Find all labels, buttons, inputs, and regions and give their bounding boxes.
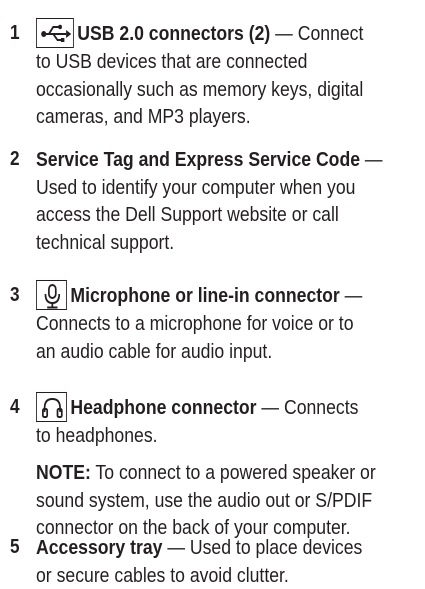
item-number: 3 <box>10 284 20 306</box>
item-number: 5 <box>10 536 20 558</box>
item-desc-line: Used to place devices <box>189 536 363 559</box>
item-text: Microphone or line-in connector — Connec… <box>36 280 425 365</box>
item-dash: — <box>162 536 190 559</box>
item-title: Microphone or line-in connector <box>70 284 340 307</box>
item-desc-line: or secure cables to avoid clutter. <box>36 563 289 587</box>
item-desc-line: Used to identify your computer when you <box>36 175 356 199</box>
note-label: NOTE: <box>36 461 91 484</box>
item-desc-line: occasionally such as memory keys, digita… <box>36 77 364 101</box>
item-text: Accessory tray — Used to place devices o… <box>36 534 425 589</box>
item-number: 1 <box>10 22 20 44</box>
item-number: 2 <box>10 148 20 170</box>
item-desc-line: technical support. <box>36 230 175 254</box>
item-dash: — <box>339 284 363 307</box>
item-dash: — <box>360 148 383 171</box>
item-desc-line: to USB devices that are connected <box>36 50 308 73</box>
item-title: Accessory tray <box>36 536 163 559</box>
item-title: USB 2.0 connectors (2) <box>77 22 271 45</box>
item-desc-line: Connects <box>283 396 359 419</box>
item-text: Service Tag and Express Service Code — U… <box>36 146 425 256</box>
headphone-icon <box>36 392 67 422</box>
item-text: USB 2.0 connectors (2) — Connect to USB … <box>36 18 425 131</box>
item-desc-line: cameras, and MP3 players. <box>36 105 251 129</box>
item-desc-line: access the Dell Support website or call <box>36 203 339 227</box>
note-line: To connect to a powered speaker or <box>90 461 376 484</box>
item-number: 4 <box>10 396 20 418</box>
item-dash: — <box>256 396 284 419</box>
usb-icon <box>36 18 74 48</box>
item-desc-line: Connect <box>297 22 364 45</box>
item-desc-line: to headphones. <box>36 424 158 447</box>
item-desc-line: an audio cable for audio input. <box>36 339 273 363</box>
note: NOTE: To connect to a powered speaker or… <box>36 459 425 542</box>
item-title: Service Tag and Express Service Code <box>36 148 361 171</box>
microphone-icon <box>36 280 67 310</box>
note-line: sound system, use the audio out or S/PDI… <box>36 488 373 512</box>
item-desc-line: Connects to a microphone for voice or to <box>36 312 354 335</box>
item-title: Headphone connector <box>70 396 257 419</box>
item-dash: — <box>270 22 298 45</box>
item-text: Headphone connector — Connects to headph… <box>36 392 425 450</box>
